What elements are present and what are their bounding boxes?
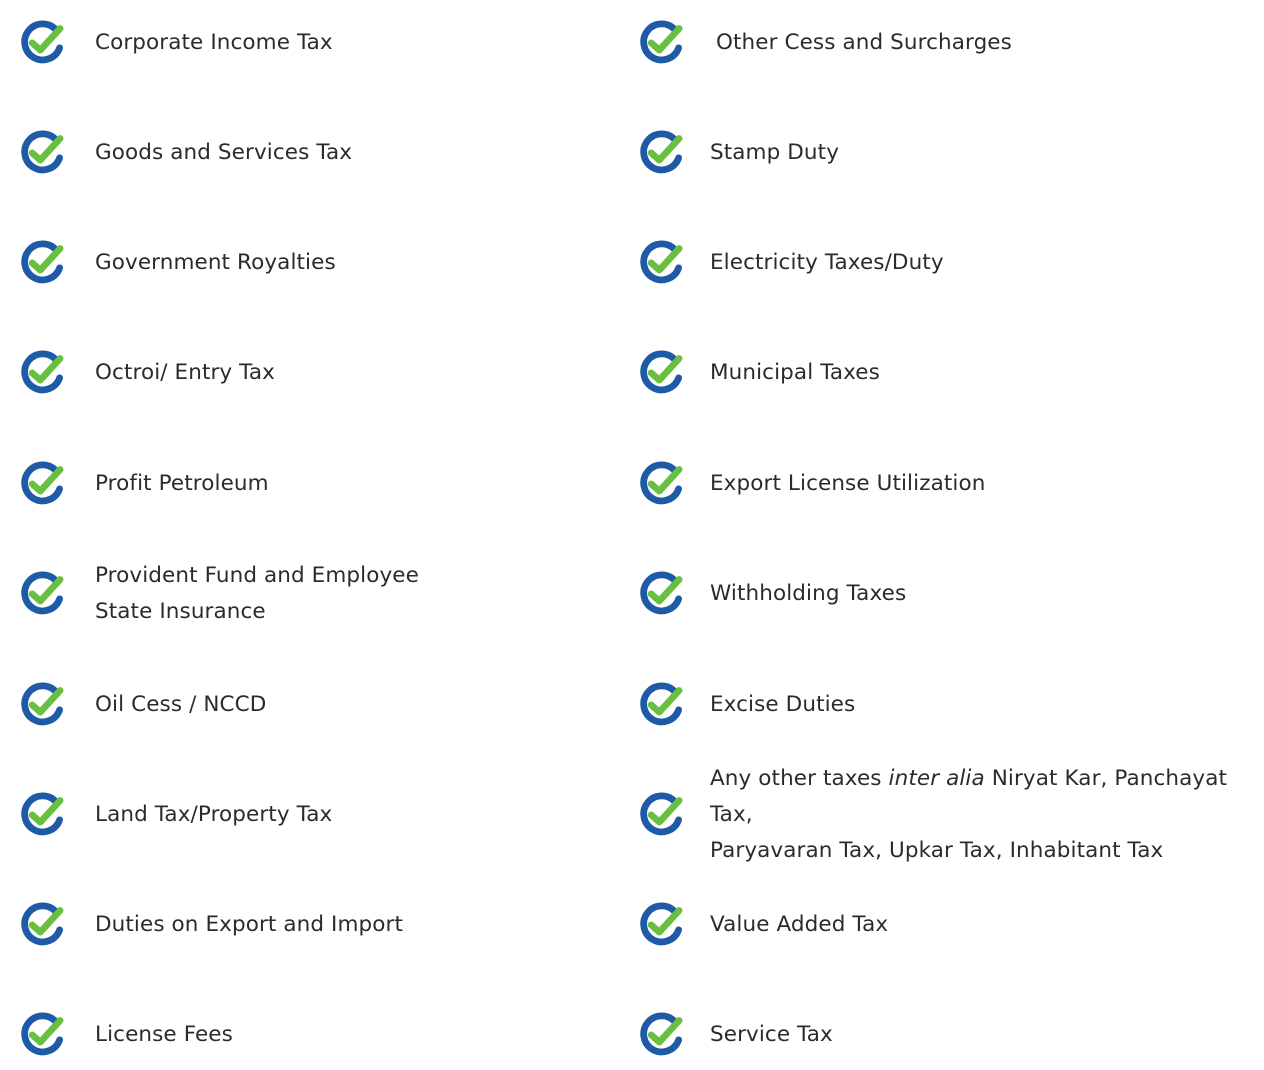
check-circle-icon — [16, 125, 70, 179]
item-label: Land Tax/Property Tax — [95, 802, 333, 827]
list-item: Provident Fund and Employee State Insura… — [0, 559, 600, 629]
check-circle-icon — [16, 677, 70, 731]
check-circle-icon — [635, 677, 689, 731]
list-item: Service Tax — [620, 1000, 1264, 1070]
item-label: Octroi/ Entry Tax — [95, 360, 275, 385]
list-item: Any other taxes inter alia Niryat Kar, P… — [620, 766, 1264, 863]
list-item: Other Cess and Surcharges — [620, 8, 1264, 78]
list-item: Excise Duties — [620, 670, 1264, 740]
check-circle-icon — [635, 235, 689, 289]
list-item: Oil Cess / NCCD — [0, 670, 600, 740]
check-circle-icon — [635, 15, 689, 69]
list-item: Value Added Tax — [620, 890, 1264, 960]
item-label-emphasis: inter alia — [888, 766, 985, 791]
list-item: Land Tax/Property Tax — [0, 780, 600, 850]
list-item: Goods and Services Tax — [0, 118, 600, 188]
list-item: Corporate Income Tax — [0, 8, 600, 78]
check-circle-icon — [16, 456, 70, 510]
check-circle-icon — [635, 1007, 689, 1061]
item-label-line-1: Provident Fund and Employee — [95, 563, 419, 588]
item-label: Any other taxes inter alia Niryat Kar, P… — [710, 761, 1264, 869]
item-label: Corporate Income Tax — [95, 30, 333, 55]
list-item: Octroi/ Entry Tax — [0, 338, 600, 408]
check-circle-icon — [16, 1007, 70, 1061]
item-label: License Fees — [95, 1022, 233, 1047]
list-item: Stamp Duty — [620, 118, 1264, 188]
check-circle-icon — [16, 897, 70, 951]
item-label: Excise Duties — [710, 692, 856, 717]
check-circle-icon — [635, 897, 689, 951]
list-item: Export License Utilization — [620, 449, 1264, 519]
list-item: Withholding Taxes — [620, 559, 1264, 629]
item-label: Electricity Taxes/Duty — [710, 250, 944, 275]
item-label: Duties on Export and Import — [95, 912, 404, 937]
list-item: License Fees — [0, 1000, 600, 1070]
item-label: Municipal Taxes — [710, 360, 880, 385]
list-item: Profit Petroleum — [0, 449, 600, 519]
check-circle-icon — [635, 566, 689, 620]
check-circle-icon — [16, 345, 70, 399]
item-label-line-2: Paryavaran Tax, Upkar Tax, Inhabitant Ta… — [710, 838, 1164, 863]
item-label: Service Tax — [710, 1022, 833, 1047]
check-circle-icon — [16, 15, 70, 69]
list-item: Electricity Taxes/Duty — [620, 228, 1264, 298]
item-label-line-2: State Insurance — [95, 599, 266, 624]
item-label: Export License Utilization — [710, 471, 986, 496]
item-label: Stamp Duty — [710, 140, 840, 165]
check-circle-icon — [635, 787, 689, 841]
list-item: Duties on Export and Import — [0, 890, 600, 960]
check-circle-icon — [635, 125, 689, 179]
check-circle-icon — [635, 345, 689, 399]
check-circle-icon — [16, 566, 70, 620]
item-label: Profit Petroleum — [95, 471, 269, 496]
item-label: Oil Cess / NCCD — [95, 692, 267, 717]
item-label: Value Added Tax — [710, 912, 889, 937]
item-label: Goods and Services Tax — [95, 140, 353, 165]
check-circle-icon — [635, 456, 689, 510]
item-label: Withholding Taxes — [710, 581, 907, 606]
list-item: Government Royalties — [0, 228, 600, 298]
check-circle-icon — [16, 787, 70, 841]
item-label-prefix: Any other taxes — [710, 766, 889, 791]
list-item: Municipal Taxes — [620, 338, 1264, 408]
item-label: Government Royalties — [95, 250, 336, 275]
item-label: Provident Fund and Employee State Insura… — [95, 558, 495, 630]
item-label: Other Cess and Surcharges — [716, 30, 1012, 55]
check-circle-icon — [16, 235, 70, 289]
